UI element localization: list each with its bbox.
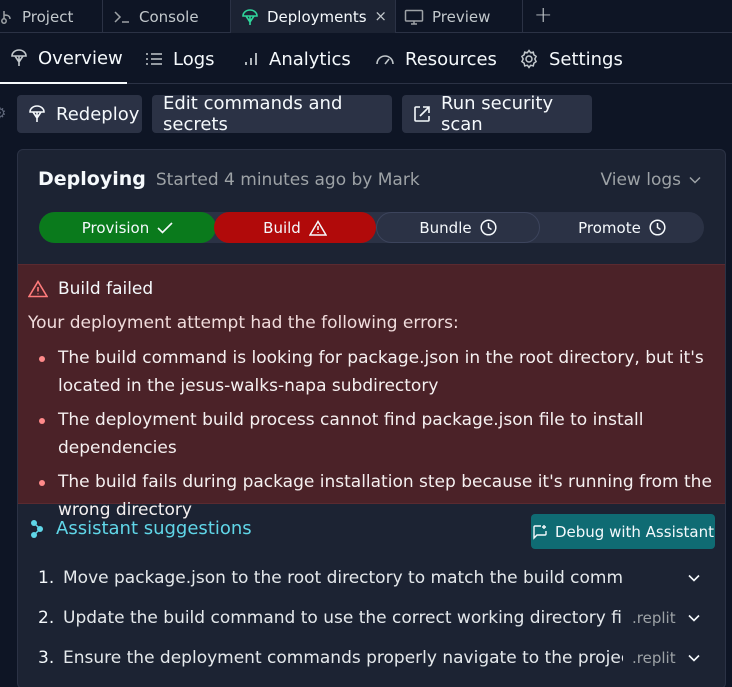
suggestion-text: Update the build command to use the corr… [63,608,623,628]
tab-console[interactable]: Console [103,0,231,33]
view-logs-button[interactable]: View logs [600,170,701,190]
warning-icon [28,280,48,298]
tab-label: Preview [432,7,491,26]
suggestion-text: Move package.json to the root directory … [63,568,623,588]
external-scan-icon [413,105,431,123]
suggestion-source: .replit [632,609,676,627]
assistant-icon [30,519,44,539]
error-item: The deployment build process cannot find… [28,406,718,462]
gauge-icon [375,52,395,66]
clock-icon [649,219,666,236]
subnav-label: Resources [405,48,497,70]
redeploy-button[interactable]: Redeploy [17,95,142,133]
error-list: The build command is looking for package… [28,344,718,530]
step-label: Bundle [419,218,472,237]
view-logs-label: View logs [600,170,681,190]
gear-icon [519,49,539,69]
deploy-icon [28,104,46,124]
tab-label: Console [139,7,199,26]
suggestion-item[interactable]: 3. Ensure the deployment commands proper… [38,643,708,673]
error-item: The build command is looking for package… [28,344,718,400]
deployment-card: Deploying Started 4 minutes ago by Mark … [17,149,726,687]
error-title: Build failed [58,279,154,299]
subnav-label: Overview [38,47,123,69]
list-icon [145,52,163,66]
error-intro: Your deployment attempt had the followin… [28,313,459,333]
step-promote[interactable]: Promote [540,212,704,243]
step-label: Provision [81,218,150,237]
check-icon [157,221,173,234]
build-error-panel: Build failed Your deployment attempt had… [18,264,725,520]
subnav-label: Settings [549,48,623,70]
tab-label: Project [22,7,74,26]
chat-sparkle-icon [532,524,548,540]
security-scan-label: Run security scan [441,93,554,135]
subnav-settings[interactable]: Settings [519,34,623,84]
chevron-down-icon[interactable] [688,574,700,582]
tab-project[interactable]: Project [0,0,103,33]
step-bundle[interactable]: Bundle [376,212,540,243]
suggestion-item[interactable]: 1. Move package.json to the root directo… [38,563,708,593]
warning-icon [308,219,327,236]
gear-icon: ⚙ [0,104,6,122]
deployment-subnav: Overview Logs Analytics Resources Settin… [0,34,732,84]
terminal-icon [113,9,131,25]
security-scan-button[interactable]: Run security scan [402,93,592,135]
monitor-icon [404,9,424,25]
close-icon[interactable]: × [374,7,387,25]
subnav-resources[interactable]: Resources [375,34,497,84]
chevron-down-icon [689,176,701,184]
edit-commands-button[interactable]: Edit commands and secrets [152,93,392,135]
assistant-title: Assistant suggestions [56,518,252,539]
step-label: Promote [578,218,641,237]
suggestion-number: 2. [38,608,55,628]
error-heading: Build failed [28,279,153,299]
redeploy-label: Redeploy [56,103,140,125]
deploy-icon [241,8,259,26]
subnav-label: Logs [173,48,215,70]
edit-commands-label: Edit commands and secrets [163,93,343,135]
debug-button-label: Debug with Assistant [554,522,715,541]
add-tab-button[interactable]: + [534,3,552,28]
deployment-started-text: Started 4 minutes ago by Mark [155,170,420,190]
subnav-overview[interactable]: Overview [0,34,127,84]
tab-deployments[interactable]: Deployments × [231,0,396,33]
deploy-icon [10,48,28,68]
suggestion-number: 3. [38,648,55,668]
suggestion-item[interactable]: 2. Update the build command to use the c… [38,603,708,633]
debug-with-assistant-button[interactable]: Debug with Assistant [531,514,715,549]
chevron-down-icon[interactable] [688,614,700,622]
deployment-status-title: Deploying [38,168,146,190]
tab-label: Deployments [267,7,367,26]
subnav-analytics[interactable]: Analytics [243,34,351,84]
subnav-label: Analytics [269,48,351,70]
step-provision[interactable]: Provision [39,212,216,243]
deployment-header: Deploying Started 4 minutes ago by Mark [38,168,420,190]
step-label: Build [263,218,301,237]
bar-chart-icon [243,51,259,67]
subnav-logs[interactable]: Logs [145,34,215,84]
tab-preview[interactable]: Preview [396,0,523,33]
chevron-down-icon[interactable] [688,654,700,662]
deployment-steps: Provision Build Bundle Promote [39,212,704,243]
suggestion-text: Ensure the deployment commands properly … [63,648,623,668]
step-build[interactable]: Build [214,212,376,243]
branch-icon [0,9,14,25]
clock-icon [480,219,497,236]
suggestion-number: 1. [38,568,55,588]
assistant-heading: Assistant suggestions [30,518,252,539]
suggestion-source: .replit [632,649,676,667]
top-tab-bar: Project Console Deployments × Preview + [0,0,732,33]
